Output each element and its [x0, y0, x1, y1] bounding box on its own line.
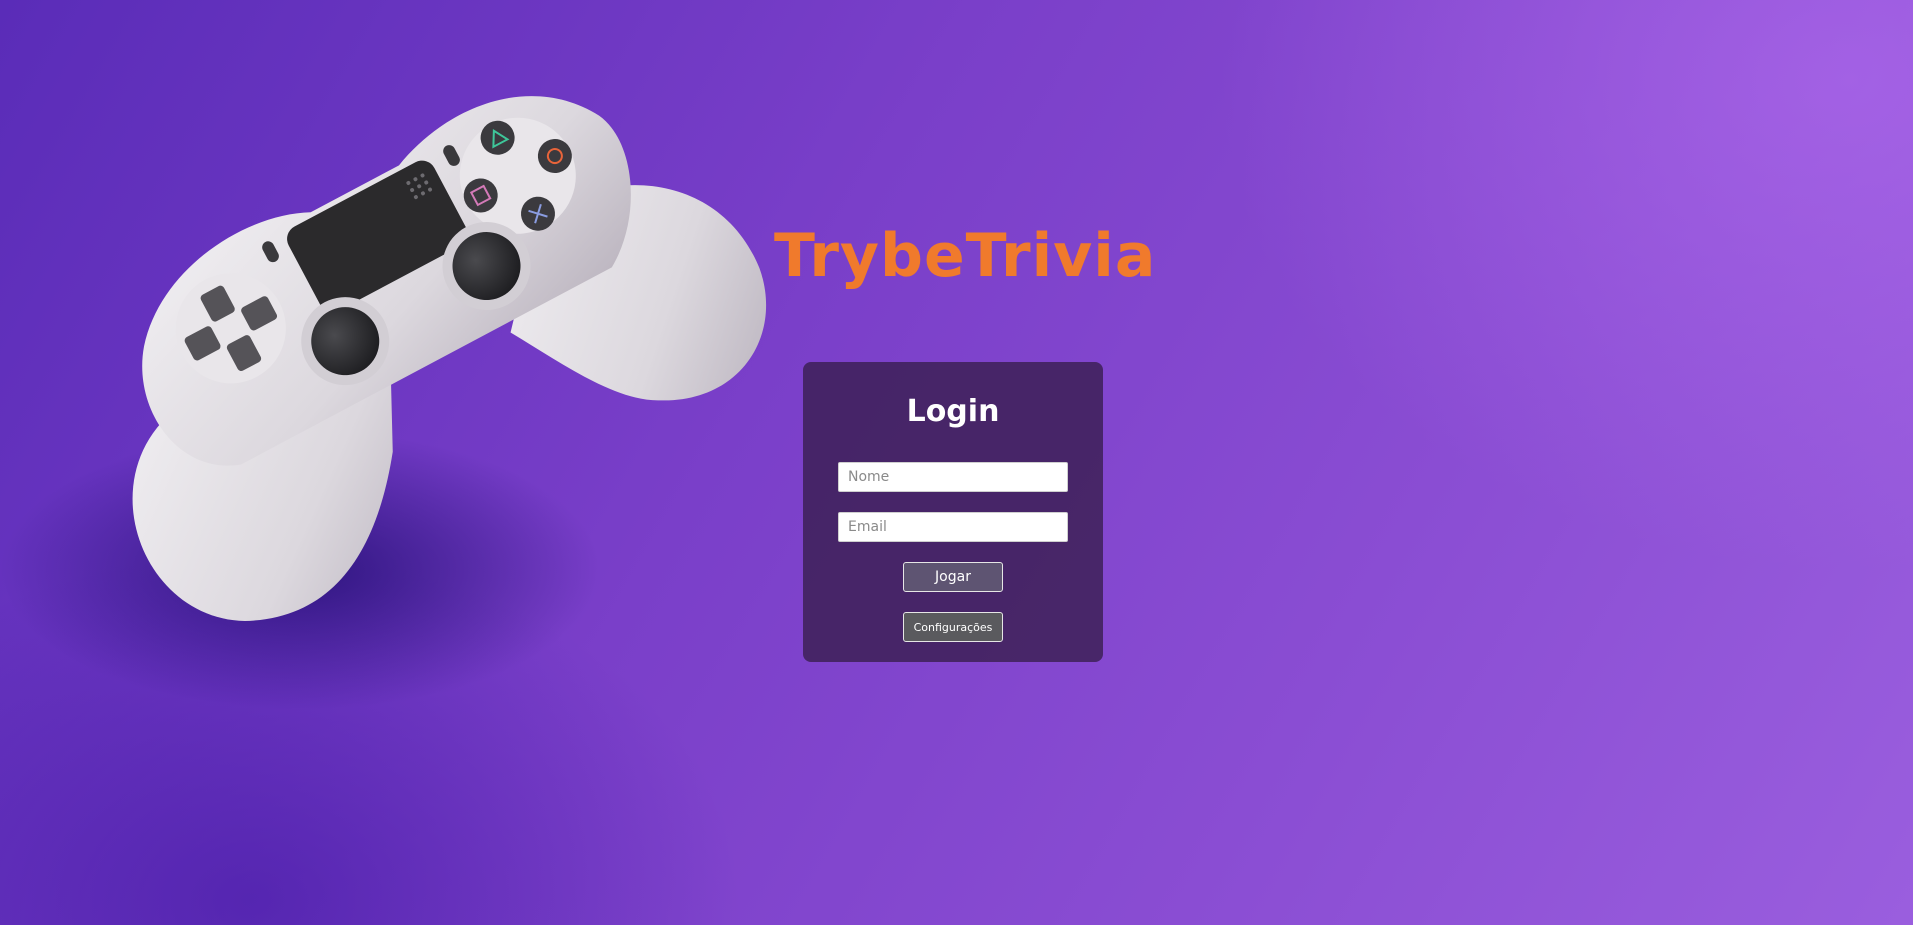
login-card: Login Jogar Configurações: [803, 362, 1103, 662]
settings-button[interactable]: Configurações: [903, 612, 1003, 642]
play-button[interactable]: Jogar: [903, 562, 1003, 592]
app-title: TrybeTrivia: [774, 221, 1157, 291]
email-input[interactable]: [838, 512, 1068, 542]
name-input[interactable]: [838, 462, 1068, 492]
login-heading: Login: [906, 394, 1000, 429]
